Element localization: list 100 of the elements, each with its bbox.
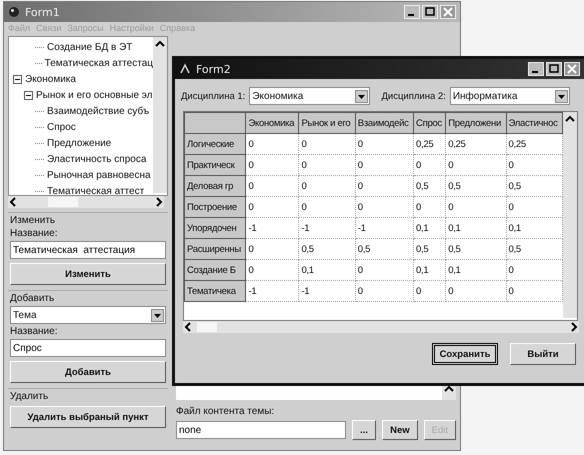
table-cell: 0: [246, 260, 299, 280]
horizontal-scrollbar[interactable]: [183, 321, 579, 333]
tree-item[interactable]: Создание БД в ЭТ: [47, 42, 132, 52]
window-title: Form2: [196, 62, 231, 76]
table-cell: 0: [355, 176, 414, 196]
row-header[interactable]: Построение: [184, 196, 246, 218]
app-icon[interactable]: [179, 63, 191, 75]
row-header[interactable]: Расширенны: [184, 238, 246, 260]
table-cell: 0: [446, 196, 506, 218]
table-cell: 0,5: [355, 238, 414, 260]
column-header[interactable]: Предложени: [446, 112, 506, 134]
table-cell: 0,1: [414, 218, 446, 238]
maximize-button[interactable]: [422, 5, 438, 19]
action-button[interactable]: Удалить выбраный пункт: [10, 406, 166, 428]
field-label: Название:: [10, 326, 58, 337]
tree-item[interactable]: Эластичность спроса: [47, 154, 146, 164]
tree-item[interactable]: Спрос: [47, 122, 76, 132]
table-cell: 0,1: [446, 260, 506, 280]
table-cell: 0: [355, 196, 414, 218]
data-grid[interactable]: [183, 111, 578, 321]
discipline-dropdown[interactable]: Информатика: [450, 87, 570, 105]
table-cell: 0,5: [414, 238, 446, 260]
corner-cell: [184, 112, 246, 134]
table-cell: 0: [355, 154, 414, 176]
tree-view[interactable]: Создание БД в ЭТ Тематическая аттестац Экономика Рынок и его основные эл Взаимодействие субъ Спрос Предложение Эластичность спроса Рыночная равновесна Тематическая аттест: [8, 36, 168, 196]
table-cell: 0: [355, 260, 414, 280]
table-cell: -1: [355, 218, 414, 238]
minimize-button[interactable]: [404, 5, 420, 19]
table-cell: -1: [298, 280, 356, 302]
tree-item[interactable]: Тематическая аттестац: [44, 58, 153, 68]
table-cell: -1: [246, 218, 299, 238]
file-button[interactable]: New: [382, 420, 418, 440]
table-cell: 0: [355, 280, 414, 302]
table-cell: 0: [446, 154, 506, 176]
field-label: Файл контента темы:: [176, 406, 276, 417]
collapse-icon[interactable]: [24, 90, 33, 100]
field-label: Дисциплина 2:: [382, 90, 446, 102]
table-cell: 0,1: [298, 260, 356, 280]
field-label: Название:: [10, 228, 58, 239]
tree-item[interactable]: Тематическая аттест: [47, 186, 144, 195]
group-label: Удалить: [10, 391, 50, 402]
table-cell: 0: [355, 134, 414, 154]
tree-item[interactable]: Предложение: [47, 138, 112, 148]
field-label: Дисциплина 1:: [181, 90, 246, 102]
table-cell: 0,1: [446, 218, 506, 238]
tree-item[interactable]: Рынок и его основные эл: [36, 90, 153, 100]
column-header[interactable]: Рынок и его: [298, 112, 356, 134]
maximize-button[interactable]: [546, 62, 562, 76]
group-label: Добавить: [10, 293, 56, 304]
table-cell: -1: [246, 280, 299, 302]
horizontal-scrollbar[interactable]: [8, 196, 164, 208]
table-cell: 0: [246, 238, 299, 260]
table-cell: 0: [298, 154, 356, 176]
table-cell: 0,25: [446, 134, 506, 154]
table-cell: 0: [246, 154, 299, 176]
action-button[interactable]: Изменить: [10, 263, 166, 285]
row-header[interactable]: Деловая гр: [184, 176, 246, 196]
table-cell: 0: [298, 134, 356, 154]
collapse-icon[interactable]: [13, 74, 22, 84]
file-field[interactable]: none: [176, 421, 346, 439]
exit-button[interactable]: Выйти: [510, 343, 576, 365]
action-button[interactable]: Добавить: [10, 361, 166, 383]
table-cell: 0,1: [414, 260, 446, 280]
column-header[interactable]: Экономика: [246, 112, 299, 134]
vertical-scrollbar[interactable]: [153, 37, 167, 193]
save-button[interactable]: Сохранить: [432, 343, 498, 365]
table-cell: 0: [446, 280, 506, 302]
discipline-dropdown[interactable]: Экономика: [249, 87, 370, 105]
tree-item[interactable]: Взаимодействие субъ: [47, 106, 150, 116]
table-cell: 0,5: [298, 238, 356, 260]
table-cell: -1: [298, 218, 356, 238]
tree-item[interactable]: Рыночная равновесна: [47, 170, 151, 180]
table-cell: 0: [246, 134, 299, 154]
name-field[interactable]: Спрос: [10, 339, 166, 357]
table-cell: 0: [414, 154, 446, 176]
column-header[interactable]: Спрос: [414, 112, 446, 134]
table-cell: 0: [414, 280, 446, 302]
row-header[interactable]: Тематичека: [184, 280, 246, 302]
minimize-button[interactable]: [528, 62, 544, 76]
vertical-scrollbar[interactable]: [563, 112, 577, 318]
column-header[interactable]: Взаимодейс: [355, 112, 414, 134]
type-dropdown[interactable]: Тема: [10, 306, 166, 324]
table-cell: 0,25: [414, 134, 446, 154]
row-header[interactable]: Логические: [184, 134, 246, 154]
tree-item[interactable]: Экономика: [25, 74, 76, 84]
table-cell: 0,5: [414, 176, 446, 196]
row-header[interactable]: Создание Б: [184, 260, 246, 280]
table-cell: 0: [414, 196, 446, 218]
table-cell: 0: [246, 196, 299, 218]
app-icon[interactable]: [8, 6, 20, 18]
table-cell: 0: [298, 196, 356, 218]
group-label: Изменить: [10, 215, 56, 226]
name-field[interactable]: Тематическая аттестация: [10, 241, 166, 259]
row-header[interactable]: Упорядочен: [184, 218, 246, 238]
table-cell: 0,5: [446, 176, 506, 196]
column-header[interactable]: Эластичнос: [506, 112, 562, 134]
window-title: Form1: [25, 6, 60, 18]
table-cell: 0: [246, 176, 299, 196]
file-button[interactable]: ...: [352, 420, 376, 440]
row-header[interactable]: Практическ: [184, 154, 246, 176]
